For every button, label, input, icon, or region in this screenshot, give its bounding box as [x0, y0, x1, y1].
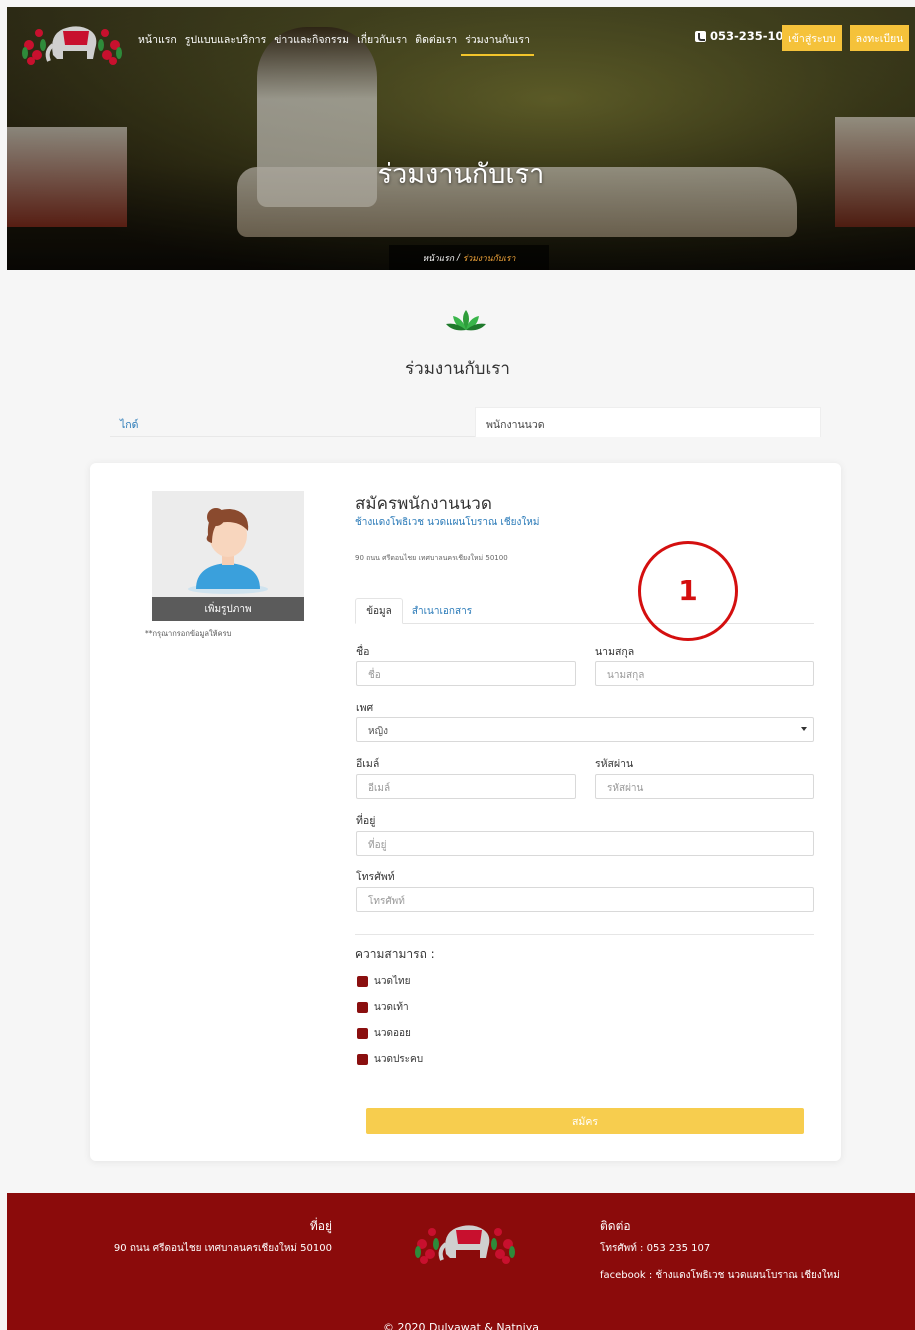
skill-compress-massage[interactable]: นวดประคบ: [357, 1052, 423, 1067]
register-button[interactable]: ลงทะเบียน: [850, 25, 909, 51]
footer-address-heading: ที่อยู่: [309, 1219, 332, 1233]
footer: ที่อยู่ 90 ถนน ศรีดอนไชย เทศบาลนครเชียงใ…: [7, 1193, 915, 1330]
phone-contact: 053-235-107: [695, 29, 792, 43]
top-nav: หน้าแรก รูปแบบและบริการ ข่าวและกิจกรรม เ…: [7, 7, 915, 69]
main-menu: หน้าแรก รูปแบบและบริการ ข่าวและกิจกรรม เ…: [134, 31, 534, 56]
menu-join-us[interactable]: ร่วมงานกับเรา: [461, 31, 534, 56]
phone-number: 053-235-107: [710, 29, 792, 43]
fill-all-note: **กรุณากรอกข้อมูลให้ครบ: [145, 629, 232, 638]
checkbox-icon[interactable]: [357, 1002, 368, 1013]
breadcrumb-home[interactable]: หน้าแรก: [423, 251, 454, 265]
section-title: ร่วมงานกับเรา: [405, 359, 510, 379]
divider: [355, 934, 814, 935]
chevron-down-icon: [801, 727, 807, 731]
menu-about[interactable]: เกี่ยวกับเรา: [353, 31, 411, 56]
password-label: รหัสผ่าน: [595, 758, 634, 770]
skill-label: นวดประคบ: [374, 1054, 424, 1065]
menu-contact[interactable]: ติดต่อเรา: [411, 31, 461, 56]
breadcrumb: หน้าแรก / ร่วมงานกับเรา: [389, 245, 549, 270]
checkbox-icon[interactable]: [357, 1028, 368, 1039]
breadcrumb-separator: /: [457, 252, 460, 263]
tab-documents[interactable]: สำเนาเอกสาร: [407, 598, 477, 624]
tab-info[interactable]: ข้อมูล: [355, 598, 403, 624]
checkbox-icon[interactable]: [357, 1054, 368, 1065]
skills-heading: ความสามารถ :: [355, 947, 435, 961]
annotation-marker: 1: [638, 541, 738, 641]
email-field[interactable]: อีเมล์: [356, 774, 576, 799]
form-subtitle: ช้างแดงโพธิเวช นวดแผนโบราณ เชียงใหม่: [355, 517, 540, 528]
phone-field[interactable]: โทรศัพท์: [356, 887, 814, 912]
submit-button[interactable]: สมัคร: [366, 1108, 804, 1134]
menu-services[interactable]: รูปแบบและบริการ: [181, 31, 270, 56]
skill-oil-massage[interactable]: นวดออย: [357, 1026, 411, 1041]
email-label: อีเมล์: [356, 758, 380, 770]
gender-value: หญิง: [368, 726, 388, 737]
tab-guide[interactable]: ไกด์: [120, 416, 138, 433]
skill-label: นวดออย: [374, 1028, 411, 1039]
phone-label: โทรศัพท์: [356, 871, 395, 883]
footer-phone: โทรศัพท์ : 053 235 107: [600, 1243, 711, 1254]
footer-contact-heading: ติดต่อ: [600, 1219, 631, 1233]
skill-label: นวดเท้า: [374, 1002, 409, 1013]
password-field[interactable]: รหัสผ่าน: [595, 774, 814, 799]
form-title: สมัครพนักงานนวด: [355, 494, 492, 514]
form-address: 90 ถนน ศรีดอนไชย เทศบาลนครเชียงใหม่ 5010…: [355, 554, 508, 562]
gender-label: เพศ: [356, 702, 374, 714]
copyright: © 2020 Dulyawat & Natniya: [383, 1321, 539, 1330]
menu-news[interactable]: ข่าวและกิจกรรม: [270, 31, 353, 56]
gender-select[interactable]: หญิง: [356, 717, 814, 742]
page: หน้าแรก รูปแบบและบริการ ข่าวและกิจกรรม เ…: [0, 0, 915, 1330]
last-name-label: นามสกุล: [595, 646, 635, 658]
annotation-number: 1: [678, 574, 698, 607]
lotus-icon: [446, 310, 486, 331]
phone-icon: [695, 30, 706, 42]
address-field[interactable]: ที่อยู่: [356, 831, 814, 856]
last-name-field[interactable]: นามสกุล: [595, 661, 814, 686]
avatar-placeholder: [152, 491, 304, 599]
menu-home[interactable]: หน้าแรก: [134, 31, 181, 56]
footer-address: 90 ถนน ศรีดอนไชย เทศบาลนครเชียงใหม่ 5010…: [113, 1243, 332, 1254]
add-photo-button[interactable]: เพิ่มรูปภาพ: [152, 597, 304, 621]
hero-banner: หน้าแรก รูปแบบและบริการ ข่าวและกิจกรรม เ…: [7, 7, 915, 270]
checkbox-icon[interactable]: [357, 976, 368, 987]
tab-masseuse[interactable]: พนักงานนวด: [475, 407, 821, 437]
skill-label: นวดไทย: [374, 976, 411, 987]
hero-title: ร่วมงานกับเรา: [377, 159, 545, 190]
form-tabs: ข้อมูล สำเนาเอกสาร: [355, 598, 814, 624]
breadcrumb-current: ร่วมงานกับเรา: [462, 253, 516, 264]
skill-thai-massage[interactable]: นวดไทย: [357, 974, 410, 989]
skill-foot-massage[interactable]: นวดเท้า: [357, 1000, 409, 1015]
elephant-logo[interactable]: [19, 15, 127, 67]
job-type-tabs: ไกด์ พนักงานนวด: [110, 407, 821, 437]
first-name-field[interactable]: ชื่อ: [356, 661, 576, 686]
footer-facebook[interactable]: facebook : ช้างแดงโพธิเวช นวดแผนโบราณ เช…: [600, 1269, 840, 1283]
footer-elephant-logo: [415, 1225, 515, 1264]
first-name-label: ชื่อ: [356, 646, 370, 658]
login-button[interactable]: เข้าสู่ระบบ: [782, 25, 842, 51]
address-label: ที่อยู่: [356, 815, 376, 827]
